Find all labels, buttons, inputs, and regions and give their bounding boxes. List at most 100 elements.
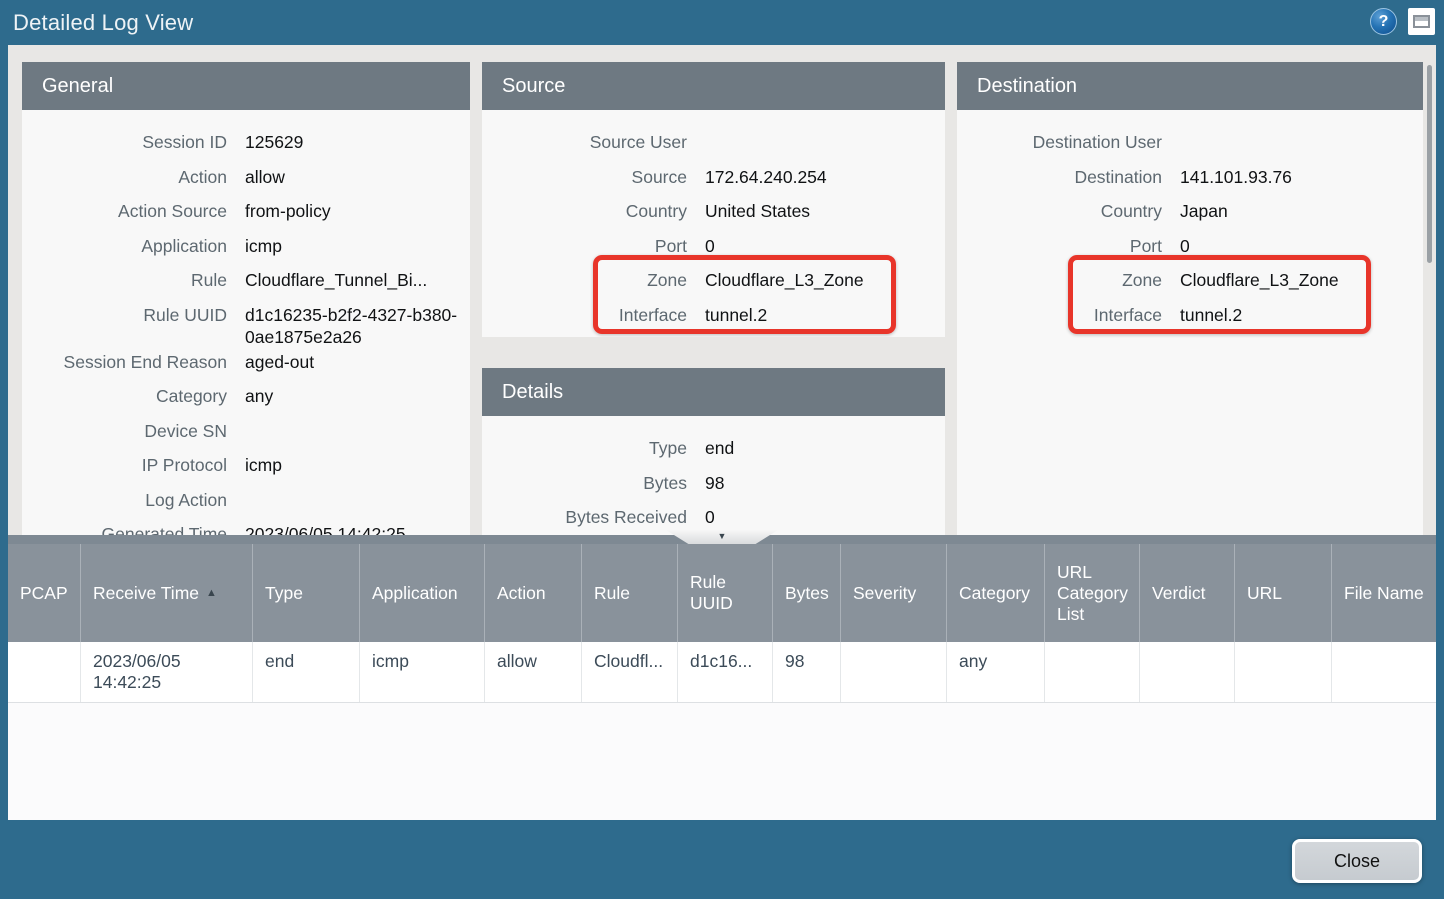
destination-panel-title: Destination xyxy=(957,62,1423,110)
table-row[interactable]: 2023/06/05 14:42:25 end icmp allow Cloud… xyxy=(8,642,1436,703)
table-column-header[interactable]: Receive Time ▲ xyxy=(81,544,253,642)
table-cell[interactable] xyxy=(841,642,947,702)
field-label: Interface xyxy=(957,301,1162,326)
field-value: 98 xyxy=(705,469,937,494)
detail-row: Category any xyxy=(22,382,470,417)
column-label: Bytes xyxy=(785,583,829,604)
table-cell[interactable]: 98 xyxy=(773,642,841,702)
column-label: URL xyxy=(1247,583,1282,604)
field-value: tunnel.2 xyxy=(705,301,937,326)
general-panel-body: Session ID 125629 Action allow Action So… xyxy=(22,110,470,543)
field-label: Session End Reason xyxy=(22,348,227,373)
field-label: Rule UUID xyxy=(22,301,227,326)
field-value: from-policy xyxy=(245,197,470,222)
table-column-header[interactable]: Action xyxy=(485,544,582,642)
table-column-header[interactable]: Severity xyxy=(841,544,947,642)
destination-panel: Destination Destination User Destination… xyxy=(957,62,1423,543)
table-cell[interactable]: Cloudfl... xyxy=(582,642,678,702)
column-label: Rule xyxy=(594,583,630,604)
cell-text: allow xyxy=(497,651,537,671)
detail-row: Rule UUID d1c16235-b2f2-4327-b380-0ae187… xyxy=(22,301,470,348)
field-value: 0 xyxy=(705,232,937,257)
detail-row: Log Action xyxy=(22,486,470,521)
table-cell[interactable] xyxy=(8,642,81,702)
field-value: 141.101.93.76 xyxy=(1180,163,1412,188)
table-cell[interactable] xyxy=(1140,642,1235,702)
field-value: Cloudflare_L3_Zone xyxy=(1180,266,1412,291)
field-label: Country xyxy=(957,197,1162,222)
field-value: end xyxy=(705,434,937,459)
field-value: allow xyxy=(245,163,470,188)
field-value: aged-out xyxy=(245,348,470,373)
field-label: Bytes xyxy=(482,469,687,494)
detail-row: Source User xyxy=(482,128,945,163)
sort-ascending-icon: ▲ xyxy=(206,583,217,604)
dialog-title: Detailed Log View xyxy=(13,10,193,36)
scrollbar-thumb[interactable] xyxy=(1427,65,1432,263)
column-label: Application xyxy=(372,583,458,604)
detail-row: Type end xyxy=(482,434,945,469)
detail-row: Application icmp xyxy=(22,232,470,267)
table-column-header[interactable]: Type xyxy=(253,544,360,642)
cell-text: 98 xyxy=(785,651,804,671)
source-panel-body: Source User Source 172.64.240.254 Countr… xyxy=(482,110,945,337)
field-label: Action Source xyxy=(22,197,227,222)
field-label: Bytes Received xyxy=(482,503,687,528)
vertical-scrollbar[interactable] xyxy=(1424,45,1436,538)
table-column-header[interactable]: File Name xyxy=(1332,544,1436,642)
field-label: Log Action xyxy=(22,486,227,511)
detailed-log-view-dialog: Detailed Log View ? General Session ID 1… xyxy=(0,0,1444,899)
collapse-handle[interactable]: ▼ xyxy=(666,530,778,544)
table-cell[interactable] xyxy=(1045,642,1140,702)
general-panel: General Session ID 125629 Action allow A… xyxy=(22,62,470,543)
column-label: File Name xyxy=(1344,583,1424,604)
detail-row: Session ID 125629 xyxy=(22,128,470,163)
table-cell[interactable] xyxy=(1235,642,1332,702)
detail-row: Action Source from-policy xyxy=(22,197,470,232)
field-label: Country xyxy=(482,197,687,222)
window-glyph xyxy=(1413,15,1430,28)
field-label: Zone xyxy=(482,266,687,291)
splitter-bar[interactable]: ▼ xyxy=(8,535,1436,544)
field-value: any xyxy=(245,382,470,407)
window-restore-icon[interactable] xyxy=(1408,8,1435,35)
table-column-header[interactable]: URL Category List xyxy=(1045,544,1140,642)
titlebar-icons: ? xyxy=(1370,8,1435,35)
table-cell[interactable] xyxy=(1332,642,1436,702)
table-column-header[interactable]: URL xyxy=(1235,544,1332,642)
table-cell[interactable]: end xyxy=(253,642,360,702)
table-column-header[interactable]: Verdict xyxy=(1140,544,1235,642)
close-button[interactable]: Close xyxy=(1292,839,1422,883)
table-column-header[interactable]: Rule xyxy=(582,544,678,642)
details-panel-title: Details xyxy=(482,368,945,416)
title-bar: Detailed Log View ? xyxy=(0,0,1444,45)
log-detail-content: General Session ID 125629 Action allow A… xyxy=(8,45,1436,820)
column-label: Action xyxy=(497,583,546,604)
table-column-header[interactable]: Category xyxy=(947,544,1045,642)
table-column-header[interactable]: Bytes xyxy=(773,544,841,642)
detail-row: Device SN xyxy=(22,417,470,452)
table-cell[interactable]: icmp xyxy=(360,642,485,702)
help-icon[interactable]: ? xyxy=(1370,8,1397,35)
column-label: Receive Time xyxy=(93,583,199,604)
question-mark-glyph: ? xyxy=(1379,13,1389,31)
detail-row: Rule Cloudflare_Tunnel_Bi... xyxy=(22,266,470,301)
table-cell[interactable]: allow xyxy=(485,642,582,702)
field-label: Action xyxy=(22,163,227,188)
destination-panel-body: Destination User Destination 141.101.93.… xyxy=(957,110,1423,543)
detail-row: Country United States xyxy=(482,197,945,232)
field-value: 125629 xyxy=(245,128,470,153)
table-header-row: PCAP Receive Time ▲ Type Application Act… xyxy=(8,544,1436,642)
table-cell[interactable]: 2023/06/05 14:42:25 xyxy=(81,642,253,702)
detail-row: Destination 141.101.93.76 xyxy=(957,163,1423,198)
table-column-header[interactable]: Application xyxy=(360,544,485,642)
table-cell[interactable]: any xyxy=(947,642,1045,702)
detail-row: Country Japan xyxy=(957,197,1423,232)
table-column-header[interactable]: PCAP xyxy=(8,544,81,642)
table-column-header[interactable]: Rule UUID xyxy=(678,544,773,642)
cell-text: d1c16... xyxy=(690,651,752,671)
field-value: Cloudflare_L3_Zone xyxy=(705,266,937,291)
table-cell[interactable]: d1c16... xyxy=(678,642,773,702)
cell-text: icmp xyxy=(372,651,409,671)
field-value: icmp xyxy=(245,232,470,257)
